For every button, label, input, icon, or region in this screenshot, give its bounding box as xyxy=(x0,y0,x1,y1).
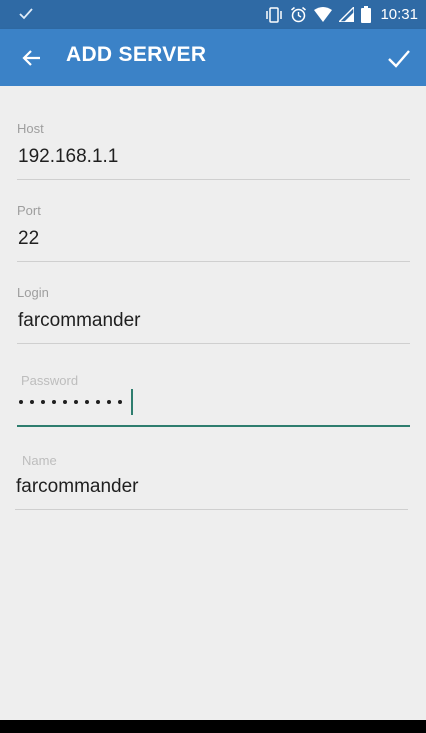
form-content: Host 192.168.1.1 Port 22 Login farcomman… xyxy=(0,86,426,720)
status-icons: 10:31 xyxy=(265,0,418,29)
password-dot xyxy=(118,400,122,404)
wifi-icon xyxy=(314,7,333,22)
port-underline xyxy=(17,261,410,262)
alarm-icon xyxy=(290,6,307,23)
password-underline xyxy=(17,425,410,427)
status-time: 10:31 xyxy=(380,6,418,23)
vibrate-icon xyxy=(265,6,283,23)
signal-icon xyxy=(339,7,355,22)
port-input[interactable]: 22 xyxy=(18,228,39,250)
password-dot xyxy=(19,400,23,404)
page-title: ADD SERVER xyxy=(66,43,207,66)
password-input[interactable] xyxy=(19,400,122,404)
password-dot xyxy=(52,400,56,404)
host-underline xyxy=(17,179,410,180)
check-icon xyxy=(18,6,34,22)
password-dot xyxy=(74,400,78,404)
text-cursor xyxy=(131,389,133,415)
name-label: Name xyxy=(22,453,57,468)
password-field[interactable]: Password xyxy=(17,372,410,428)
password-dot xyxy=(41,400,45,404)
name-input[interactable]: farcommander xyxy=(16,476,139,498)
host-label: Host xyxy=(17,121,44,136)
host-field[interactable]: Host 192.168.1.1 xyxy=(17,120,410,180)
port-label: Port xyxy=(17,203,41,218)
confirm-check-icon[interactable] xyxy=(386,45,412,71)
bottom-edge xyxy=(0,720,426,733)
login-label: Login xyxy=(17,285,49,300)
password-dot xyxy=(30,400,34,404)
name-underline xyxy=(15,509,408,510)
password-label: Password xyxy=(21,373,79,388)
password-dot xyxy=(96,400,100,404)
login-underline xyxy=(17,343,410,344)
password-dot xyxy=(107,400,111,404)
login-input[interactable]: farcommander xyxy=(18,310,141,332)
status-bar: 10:31 xyxy=(0,0,426,29)
password-dot xyxy=(63,400,67,404)
arrow-left-icon[interactable] xyxy=(20,46,44,70)
port-field[interactable]: Port 22 xyxy=(17,202,410,262)
host-input[interactable]: 192.168.1.1 xyxy=(18,146,118,168)
app-bar: ADD SERVER xyxy=(0,29,426,86)
login-field[interactable]: Login farcommander xyxy=(17,284,410,344)
battery-icon xyxy=(361,6,372,23)
name-field[interactable]: Name farcommander xyxy=(15,452,408,510)
password-dot xyxy=(85,400,89,404)
